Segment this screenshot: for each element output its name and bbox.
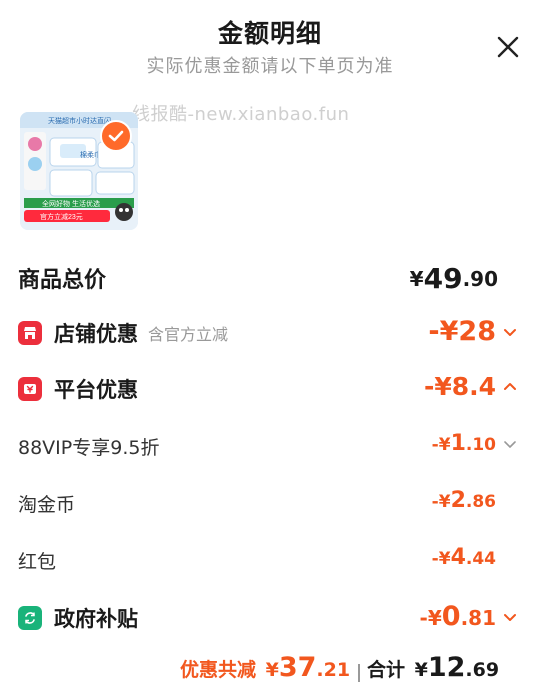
platform-discount-label: 平台优惠 <box>54 378 138 402</box>
chevron-down-icon <box>504 328 516 336</box>
taojinbi-label: 淘金币 <box>18 494 76 516</box>
vip-discount-value: -¥1.10 <box>431 431 496 456</box>
total-discount: 优惠共减 ¥37.21 <box>180 652 351 683</box>
page-title: 金额明细 <box>217 19 322 48</box>
platform-discount-value: -¥8.4 <box>423 372 496 401</box>
red-packet-value: -¥4.44 <box>431 545 496 570</box>
page-subtitle: 实际优惠金额请以下单页为准 <box>146 56 394 77</box>
shop-discount-value: -¥28 <box>428 316 496 347</box>
refresh-icon <box>18 606 42 630</box>
selected-check-icon <box>100 120 132 152</box>
shop-discount-note: 含官方立减 <box>148 325 229 344</box>
gov-subsidy-value: -¥0.81 <box>419 601 496 632</box>
vip-discount-value-group[interactable]: -¥1.10 <box>432 431 518 456</box>
platform-discount-value-group[interactable]: -¥8.4 <box>424 372 518 401</box>
gov-subsidy-label-group: 政府补贴 <box>18 603 138 633</box>
chevron-down-icon <box>504 613 516 621</box>
grand-total: 合计 ¥12.69 <box>367 652 500 683</box>
row-88vip[interactable]: 88VIP专享9.5折 -¥1.10 <box>0 427 540 467</box>
grand-total-label: 合计 <box>367 659 406 681</box>
total-discount-label: 优惠共减 <box>180 659 257 681</box>
gov-subsidy-value-group[interactable]: -¥0.81 <box>420 601 518 632</box>
shop-discount-value-group[interactable]: -¥28 <box>428 316 518 347</box>
row-red-packet: 红包 -¥4.44 <box>0 541 540 581</box>
taojinbi-value: -¥2.86 <box>431 488 496 513</box>
shop-icon <box>18 321 42 345</box>
total-price-label: 商品总价 <box>18 268 107 293</box>
vip-discount-label: 88VIP专享9.5折 <box>18 437 160 459</box>
gov-subsidy-label: 政府补贴 <box>54 607 138 631</box>
row-total-price: 商品总价 ¥49.90 <box>0 256 540 296</box>
shop-discount-label-group: 店铺优惠 含官方立减 <box>18 318 228 348</box>
chevron-down-icon <box>504 440 516 448</box>
row-government-subsidy[interactable]: 政府补贴 -¥0.81 <box>0 597 540 637</box>
summary-divider <box>358 664 360 682</box>
chevron-up-icon <box>504 382 516 390</box>
platform-discount-label-group: 平台优惠 <box>18 374 138 404</box>
thumb-slogan-text: 全网好物 生活优选 <box>42 199 100 208</box>
thumb-tag-text: 官方立减23元 <box>40 212 83 221</box>
row-shop-discount[interactable]: 店铺优惠 含官方立减 -¥28 <box>0 312 540 352</box>
red-packet-label: 红包 <box>18 551 57 573</box>
row-platform-discount[interactable]: 平台优惠 -¥8.4 <box>0 368 540 408</box>
amount-detail-sheet: 金额明细 实际优惠金额请以下单页为准 线报酷-new.xianbao.fun 天… <box>0 0 540 689</box>
total-price-value: ¥49.90 <box>409 262 498 295</box>
watermark: 线报酷-new.xianbao.fun <box>132 104 350 125</box>
coupon-icon <box>18 377 42 401</box>
thumb-banner-text: 天猫超市小时达直闪 <box>48 116 111 125</box>
shop-discount-label: 店铺优惠 <box>54 322 138 346</box>
close-icon[interactable] <box>495 34 521 60</box>
summary-bar: 优惠共减 ¥37.21 合计 ¥12.69 <box>0 650 540 689</box>
row-taojinbi: 淘金币 -¥2.86 <box>0 484 540 524</box>
